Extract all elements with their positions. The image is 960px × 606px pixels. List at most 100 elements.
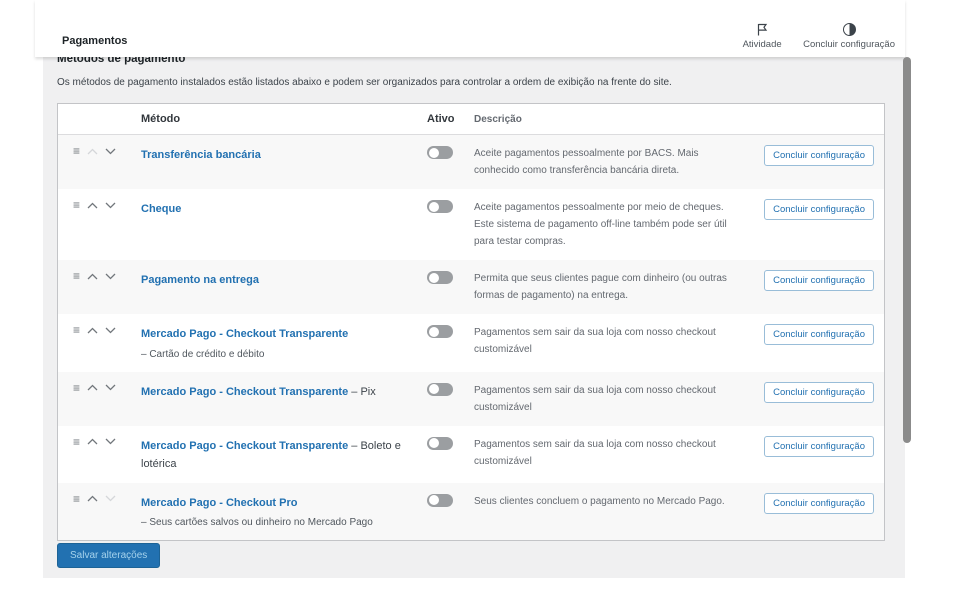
- description-column-header: Descrição: [474, 114, 772, 125]
- active-cell: [427, 382, 474, 401]
- table-row: ≡ Transferência bancária Aceite pagament…: [58, 135, 884, 189]
- method-name-link[interactable]: Mercado Pago - Checkout Transparente: [141, 328, 348, 340]
- row-sort-controls: ≡: [58, 382, 141, 394]
- method-name-link[interactable]: Cheque: [141, 203, 181, 215]
- table-row: ≡ Mercado Pago - Checkout Transparente –…: [58, 426, 884, 483]
- method-description: Aceite pagamentos pessoalmente por meio …: [474, 199, 772, 250]
- save-changes-button[interactable]: Salvar alterações: [57, 543, 160, 568]
- action-cell: Concluir configuração: [772, 436, 884, 457]
- action-cell: Concluir configuração: [772, 382, 884, 403]
- move-up-icon[interactable]: [87, 327, 98, 334]
- method-cell: Mercado Pago - Checkout Transparente – C…: [141, 324, 427, 362]
- method-name-link[interactable]: Mercado Pago - Checkout Transparente – B…: [141, 440, 401, 471]
- active-toggle[interactable]: [427, 200, 453, 213]
- row-sort-controls: ≡: [58, 436, 141, 448]
- row-sort-controls: ≡: [58, 324, 141, 336]
- finish-setup-header-button[interactable]: Concluir configuração: [803, 23, 895, 50]
- table-row: ≡ Mercado Pago - Checkout Transparente –…: [58, 314, 884, 372]
- move-up-icon[interactable]: [87, 384, 98, 391]
- move-down-icon[interactable]: [105, 327, 116, 334]
- table-header-row: Método Ativo Descrição: [58, 104, 884, 135]
- method-cell: Mercado Pago - Checkout Transparente – B…: [141, 436, 427, 473]
- active-cell: [427, 145, 474, 164]
- finish-setup-row-button[interactable]: Concluir configuração: [764, 324, 874, 345]
- move-up-icon[interactable]: [87, 202, 98, 209]
- method-name-link[interactable]: Mercado Pago - Checkout Transparente – P…: [141, 386, 376, 398]
- toggle-knob: [429, 495, 439, 505]
- action-cell: Concluir configuração: [772, 270, 884, 291]
- table-body: ≡ Transferência bancária Aceite pagament…: [58, 135, 884, 540]
- finish-setup-row-button[interactable]: Concluir configuração: [764, 270, 874, 291]
- active-toggle[interactable]: [427, 494, 453, 507]
- flag-icon: [756, 23, 769, 36]
- active-cell: [427, 436, 474, 455]
- active-toggle[interactable]: [427, 146, 453, 159]
- drag-handle-icon[interactable]: ≡: [73, 145, 80, 157]
- method-name-link[interactable]: Mercado Pago - Checkout Pro: [141, 497, 297, 509]
- active-toggle[interactable]: [427, 271, 453, 284]
- finish-setup-row-button[interactable]: Concluir configuração: [764, 382, 874, 403]
- table-row: ≡ Mercado Pago - Checkout Pro – Seus car…: [58, 483, 884, 541]
- active-toggle[interactable]: [427, 383, 453, 396]
- move-up-icon[interactable]: [87, 495, 98, 502]
- progress-circle-icon: [843, 23, 856, 36]
- page-title: Pagamentos: [62, 35, 127, 50]
- move-down-icon[interactable]: [105, 438, 116, 445]
- active-cell: [427, 493, 474, 512]
- method-name-link[interactable]: Pagamento na entrega: [141, 274, 259, 286]
- method-cell: Transferência bancária: [141, 145, 427, 164]
- row-sort-controls: ≡: [58, 493, 141, 505]
- move-down-icon[interactable]: [105, 148, 116, 155]
- finish-setup-row-button[interactable]: Concluir configuração: [764, 493, 874, 514]
- section-description: Os métodos de pagamento instalados estão…: [57, 77, 757, 88]
- active-toggle[interactable]: [427, 437, 453, 450]
- drag-handle-icon[interactable]: ≡: [73, 436, 80, 448]
- move-down-icon[interactable]: [105, 202, 116, 209]
- toggle-knob: [429, 384, 439, 394]
- move-up-icon[interactable]: [87, 273, 98, 280]
- drag-handle-icon[interactable]: ≡: [73, 270, 80, 282]
- method-description: Aceite pagamentos pessoalmente por BACS.…: [474, 145, 772, 179]
- active-column-header: Ativo: [427, 113, 474, 125]
- drag-handle-icon[interactable]: ≡: [73, 382, 80, 394]
- admin-header: Pagamentos Atividade Concluir configuraç…: [35, 0, 905, 57]
- active-cell: [427, 270, 474, 289]
- toggle-knob: [429, 438, 439, 448]
- active-cell: [427, 199, 474, 218]
- move-up-icon[interactable]: [87, 438, 98, 445]
- method-cell: Mercado Pago - Checkout Pro – Seus cartõ…: [141, 493, 427, 531]
- method-subtitle: – Cartão de crédito e débito: [141, 347, 419, 362]
- finish-setup-row-button[interactable]: Concluir configuração: [764, 436, 874, 457]
- header-actions: Atividade Concluir configuração: [739, 23, 895, 50]
- action-cell: Concluir configuração: [772, 324, 884, 345]
- table-row: ≡ Mercado Pago - Checkout Transparente –…: [58, 372, 884, 426]
- move-down-icon[interactable]: [105, 495, 116, 502]
- finish-setup-row-button[interactable]: Concluir configuração: [764, 145, 874, 166]
- method-description: Seus clientes concluem o pagamento no Me…: [474, 493, 772, 510]
- method-column-header: Método: [141, 113, 427, 125]
- method-cell: Pagamento na entrega: [141, 270, 427, 289]
- move-down-icon[interactable]: [105, 384, 116, 391]
- method-description: Pagamentos sem sair da sua loja com noss…: [474, 382, 772, 416]
- active-toggle[interactable]: [427, 325, 453, 338]
- method-description: Permita que seus clientes pague com dinh…: [474, 270, 772, 304]
- toggle-knob: [429, 148, 439, 158]
- action-cell: Concluir configuração: [772, 145, 884, 166]
- activity-button[interactable]: Atividade: [739, 23, 785, 50]
- move-up-icon[interactable]: [87, 148, 98, 155]
- toggle-knob: [429, 327, 439, 337]
- settings-content: Métodos de pagamento Os métodos de pagam…: [43, 57, 905, 578]
- finish-setup-row-button[interactable]: Concluir configuração: [764, 199, 874, 220]
- method-description: Pagamentos sem sair da sua loja com noss…: [474, 436, 772, 470]
- method-description: Pagamentos sem sair da sua loja com noss…: [474, 324, 772, 358]
- toggle-knob: [429, 273, 439, 283]
- drag-handle-icon[interactable]: ≡: [73, 493, 80, 505]
- scrollbar-thumb[interactable]: [903, 57, 911, 443]
- move-down-icon[interactable]: [105, 273, 116, 280]
- activity-label: Atividade: [743, 39, 782, 50]
- drag-handle-icon[interactable]: ≡: [73, 199, 80, 211]
- method-name-link[interactable]: Transferência bancária: [141, 149, 261, 161]
- table-row: ≡ Cheque Aceite pagamentos pessoalmente …: [58, 189, 884, 260]
- drag-handle-icon[interactable]: ≡: [73, 324, 80, 336]
- row-sort-controls: ≡: [58, 145, 141, 157]
